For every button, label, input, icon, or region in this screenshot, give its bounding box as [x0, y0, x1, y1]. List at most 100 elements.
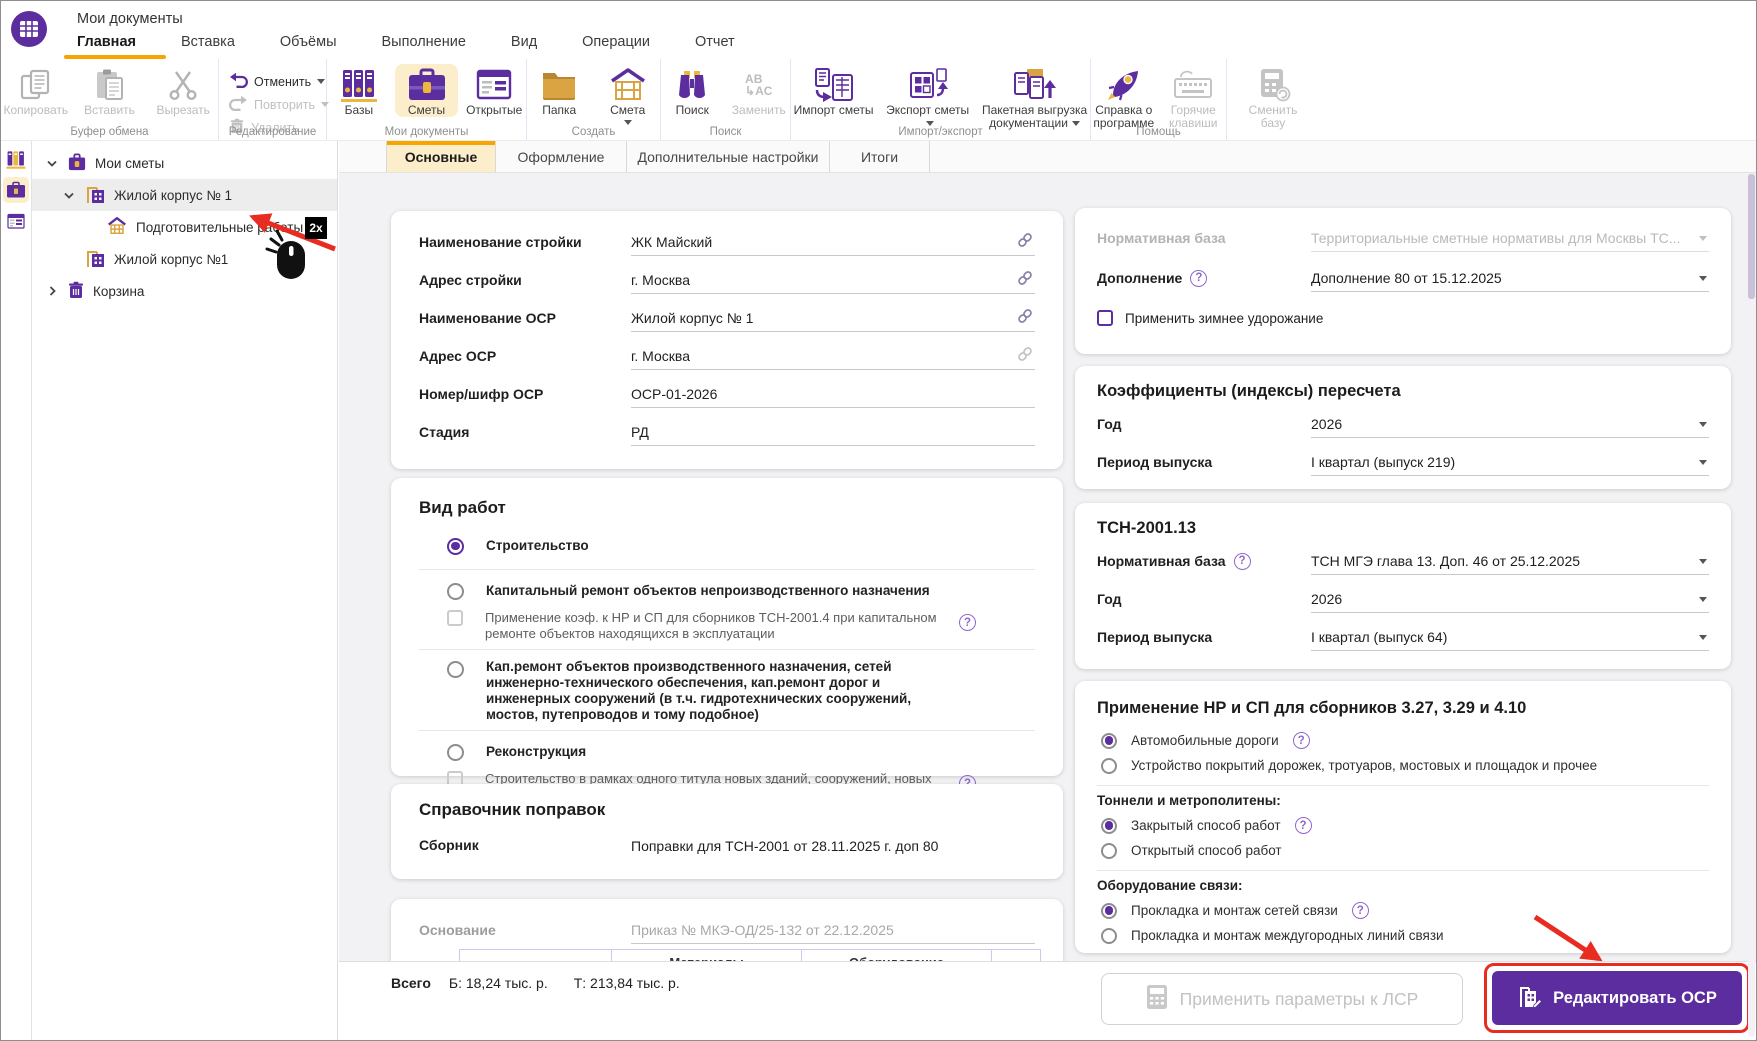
vertical-scrollbar[interactable]: [1748, 174, 1755, 1037]
mini-opened-icon[interactable]: [3, 208, 29, 234]
menu-tab-operacii[interactable]: Операции: [582, 34, 650, 56]
paste-button[interactable]: Вставить: [75, 64, 145, 117]
chevron-down-icon[interactable]: [1699, 635, 1707, 640]
radio-icon[interactable]: [1101, 758, 1117, 774]
replace-icon: AB↳AC: [745, 66, 772, 104]
tree-item-my-estimates[interactable]: Мои сметы: [32, 147, 337, 179]
link-icon[interactable]: [1017, 232, 1033, 251]
supplement-select[interactable]: Дополнение 80 от 15.12.2025: [1311, 265, 1709, 292]
osr-name-field[interactable]: Жилой корпус № 1: [631, 305, 1035, 332]
tsn-period-select[interactable]: I квартал (выпуск 64): [1311, 624, 1709, 651]
opened-button[interactable]: Открытые: [462, 64, 526, 117]
help-icon[interactable]: [959, 614, 976, 631]
change-base-button[interactable]: Сменить базу: [1238, 64, 1308, 130]
radio-icon[interactable]: [447, 583, 464, 600]
tab-osnovnye[interactable]: Основные: [386, 141, 496, 172]
cut-button[interactable]: Вырезать: [148, 64, 218, 117]
chevron-down-icon[interactable]: [45, 160, 59, 167]
basis-input[interactable]: Приказ № МКЭ-ОД/25-132 от 22.12.2025: [631, 917, 1035, 944]
construction-name-field[interactable]: ЖК Майский: [631, 229, 1035, 256]
search-button[interactable]: Поиск: [661, 64, 724, 117]
replace-button[interactable]: AB↳AC Заменить: [728, 64, 791, 117]
bases-button[interactable]: Базы: [327, 64, 391, 117]
menu-tab-otchet[interactable]: Отчет: [695, 34, 735, 56]
radio-open-method[interactable]: Открытый способ работ: [1097, 838, 1709, 863]
menu-tab-obyomy[interactable]: Объёмы: [280, 34, 337, 56]
winter-costs-checkbox-row[interactable]: Применить зимнее удорожание: [1097, 310, 1709, 326]
radio-pavements[interactable]: Устройство покрытий дорожек, тротуаров, …: [1097, 753, 1709, 778]
coeff-year-select[interactable]: 2026: [1311, 411, 1709, 438]
mini-estimates-icon[interactable]: [3, 177, 29, 203]
chevron-down-icon[interactable]: [62, 192, 76, 199]
osr-number-field[interactable]: ОСР-01-2026: [631, 381, 1035, 408]
tab-itogi[interactable]: Итоги: [830, 141, 930, 172]
radio-industrial-repair[interactable]: Кап.ремонт объектов производственного на…: [419, 657, 1035, 723]
construction-address-field[interactable]: г. Москва: [631, 267, 1035, 294]
checkbox-tsn2001-4[interactable]: Применение коэф. к НР и СП для сборников…: [419, 610, 1035, 642]
house-icon: [606, 66, 650, 104]
checkbox-icon[interactable]: [1097, 310, 1113, 326]
form-row: Нормативная база ТСН МГЭ глава 13. Доп. …: [1097, 542, 1709, 580]
apply-params-button[interactable]: Применить параметры к ЛСР: [1101, 973, 1463, 1025]
import-estimate-button[interactable]: Импорт сметы: [791, 64, 876, 117]
chevron-right-icon[interactable]: [45, 286, 59, 296]
edit-osr-button[interactable]: Редактировать ОСР: [1492, 971, 1742, 1025]
estimates-button[interactable]: Сметы: [395, 64, 459, 117]
building-edit-icon: [1517, 984, 1543, 1013]
hotkeys-button[interactable]: Горячие клавиши: [1161, 64, 1227, 130]
radio-construction[interactable]: Строительство: [419, 530, 1035, 562]
menu-tab-glavnaya[interactable]: Главная: [77, 34, 136, 56]
copy-button[interactable]: Копировать: [1, 64, 71, 117]
undo-dropdown-caret[interactable]: [317, 79, 325, 84]
new-estimate-button[interactable]: Смета: [596, 64, 661, 125]
chevron-down-icon[interactable]: [1699, 559, 1707, 564]
mini-bases-icon[interactable]: [3, 146, 29, 172]
ribbon-group-my-documents: Базы Сметы Открытые Мои документы: [327, 59, 527, 140]
radio-icon[interactable]: [1101, 733, 1117, 749]
radio-icon[interactable]: [447, 661, 464, 678]
folder-button[interactable]: Папка: [527, 64, 592, 117]
titlebar: Мои документы Главная Вставка Объёмы Вып…: [1, 1, 1756, 59]
radio-capital-repair[interactable]: Капитальный ремонт объектов непроизводст…: [419, 577, 1035, 605]
link-icon-disabled: [1017, 346, 1033, 365]
radio-icon[interactable]: [1101, 843, 1117, 859]
menu-tab-vid[interactable]: Вид: [511, 34, 537, 56]
building-crane-icon: [84, 248, 106, 271]
chevron-down-icon[interactable]: [1699, 276, 1707, 281]
tab-oformlenie[interactable]: Оформление: [496, 141, 627, 172]
radio-icon[interactable]: [447, 538, 464, 555]
help-icon[interactable]: [1352, 902, 1369, 919]
radio-icon[interactable]: [1101, 903, 1117, 919]
undo-button[interactable]: Отменить: [229, 71, 325, 92]
about-button[interactable]: Справка о программе: [1091, 64, 1157, 130]
osr-address-field[interactable]: г. Москва: [631, 343, 1035, 370]
chevron-down-icon[interactable]: [1699, 460, 1707, 465]
radio-icon[interactable]: [1101, 818, 1117, 834]
link-icon[interactable]: [1017, 270, 1033, 289]
help-icon[interactable]: [1295, 817, 1312, 834]
radio-closed-method[interactable]: Закрытый способ работ: [1097, 813, 1709, 838]
help-icon[interactable]: [1293, 732, 1310, 749]
stage-field[interactable]: РД: [631, 419, 1035, 446]
menu-tab-vstavka[interactable]: Вставка: [181, 34, 235, 56]
link-icon[interactable]: [1017, 308, 1033, 327]
tsn-year-select[interactable]: 2026: [1311, 586, 1709, 613]
chevron-down-icon[interactable]: [1699, 422, 1707, 427]
radio-icon[interactable]: [447, 744, 464, 761]
redo-button[interactable]: Повторить: [229, 94, 329, 115]
chevron-down-icon[interactable]: [1699, 597, 1707, 602]
tsn-base-select[interactable]: ТСН МГЭ глава 13. Доп. 46 от 25.12.2025: [1311, 548, 1709, 575]
help-icon[interactable]: [1234, 553, 1251, 570]
tab-dop-nastroyki[interactable]: Дополнительные настройки: [627, 141, 830, 172]
export-estimate-button[interactable]: Экспорт сметы: [880, 64, 975, 130]
radio-reconstruction[interactable]: Реконструкция: [419, 738, 1035, 766]
scrollbar-thumb[interactable]: [1748, 174, 1755, 299]
help-icon[interactable]: [1190, 270, 1207, 287]
batch-export-button[interactable]: Пакетная выгрузка документации: [979, 64, 1090, 130]
menu-tab-vypolnenie[interactable]: Выполнение: [382, 34, 466, 56]
coeff-period-select[interactable]: I квартал (выпуск 219): [1311, 449, 1709, 476]
radio-icon[interactable]: [1101, 928, 1117, 944]
radio-auto-roads[interactable]: Автомобильные дороги: [1097, 728, 1709, 753]
checkbox-icon[interactable]: [447, 610, 463, 626]
estimate-dropdown-caret[interactable]: [624, 120, 632, 125]
